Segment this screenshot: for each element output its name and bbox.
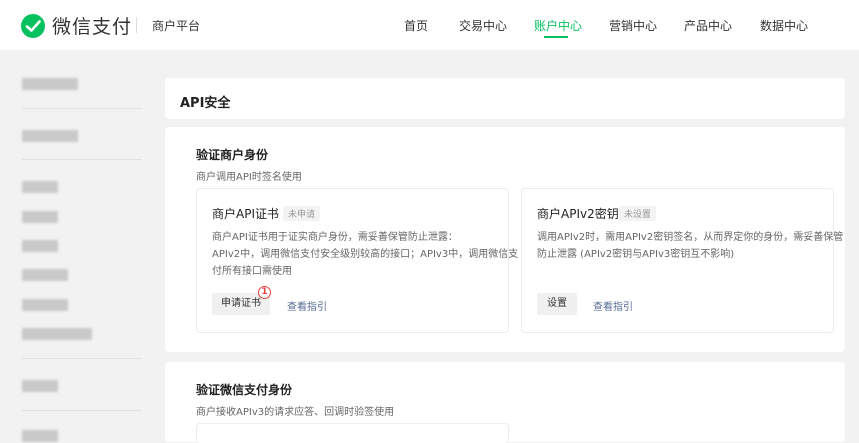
api-cert-desc-line3: 付所有接口需使用 [212,266,292,277]
page-title-panel [165,78,845,119]
apiv2-key-desc-line1: 调用APIv2时，需用APIv2密钥签名，从而界定你的身份，需妥善保管 [537,232,844,243]
nav-account[interactable]: 账户中心 [534,17,582,34]
sidebar-item[interactable] [22,269,68,281]
apiv2-key-title: 商户APIv2密钥 [537,207,619,221]
section-title-wechat: 验证微信支付身份 [196,383,293,397]
nav-home[interactable]: 首页 [404,17,428,34]
sidebar-item[interactable] [22,299,68,311]
top-header: 微信支付 商户平台 首页 交易中心 账户中心 营销中心 产品中心 数据中心 [0,0,859,50]
nav-marketing[interactable]: 营销中心 [609,17,657,34]
sidebar-item[interactable] [22,181,58,193]
section-desc-wechat: 商户接收APIv3的请求应答、回调时验签使用 [196,407,395,418]
sidebar-item[interactable] [22,211,58,223]
step-number-badge: 1 [258,286,271,299]
section-title-merchant: 验证商户身份 [196,148,269,162]
nav-transactions[interactable]: 交易中心 [459,17,507,34]
sidebar-divider [22,108,142,109]
apiv2-key-status-badge: 未设置 [619,206,657,221]
sidebar-item[interactable] [22,130,78,142]
page-title: API安全 [180,96,231,111]
sidebar-item[interactable] [22,328,92,340]
sidebar [0,50,160,442]
cert-guide-link[interactable]: 查看指引 [287,298,327,313]
nav-data[interactable]: 数据中心 [760,17,808,34]
sidebar-divider [22,159,142,160]
api-cert-desc-line1: 商户API证书用于证实商户身份，需妥善保管防止泄露： [212,232,458,243]
sidebar-divider [22,358,142,359]
api-cert-desc-line2: APIv2中，调用微信支付安全级别较高的接口；APIv3中，调用微信支 [212,249,519,260]
sidebar-item[interactable] [22,380,58,392]
api-cert-title: 商户API证书 [212,207,279,221]
section-desc-merchant: 商户调用API时签名使用 [196,172,302,183]
set-key-button[interactable]: 设置 [537,293,577,315]
nav-active-indicator [544,36,568,38]
main-nav: 首页 交易中心 账户中心 营销中心 产品中心 数据中心 [0,0,859,50]
sidebar-item[interactable] [22,240,58,252]
sidebar-item[interactable] [22,430,58,442]
api-cert-status-badge: 未申请 [283,206,321,221]
apiv2-key-desc-line2: 防止泄露 (APIv2密钥与APIv3密钥互不影响) [537,249,735,260]
nav-products[interactable]: 产品中心 [684,17,732,34]
sidebar-item[interactable] [22,78,78,90]
key-guide-link[interactable]: 查看指引 [593,298,633,313]
sidebar-divider [22,410,142,411]
platform-cert-card [196,423,509,443]
